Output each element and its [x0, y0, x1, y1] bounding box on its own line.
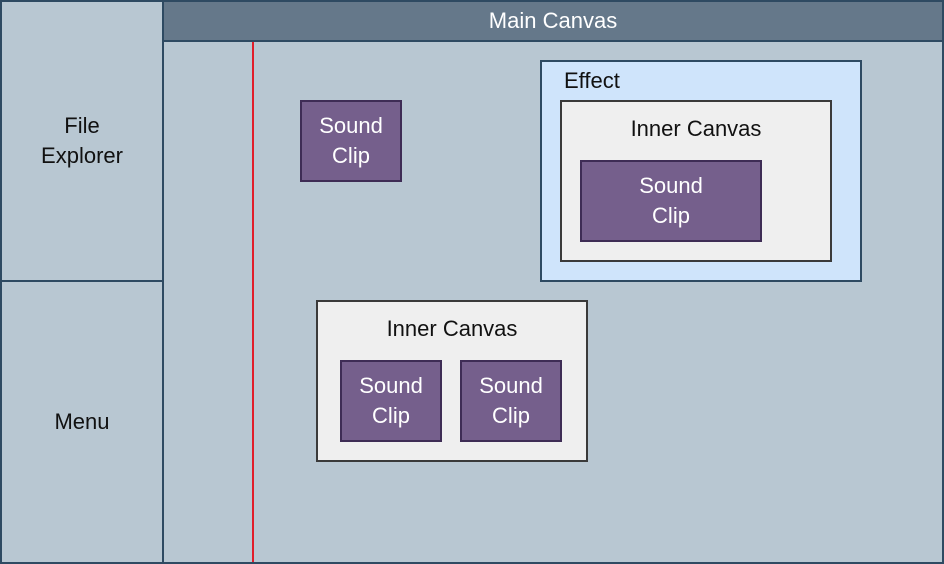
effect-container[interactable]: Effect Inner Canvas Sound Clip: [540, 60, 862, 282]
sound-clip-label-line1: Sound: [639, 173, 703, 198]
menu-panel[interactable]: Menu: [2, 282, 162, 562]
inner-canvas-title: Inner Canvas: [386, 316, 518, 341]
sound-clip-label-line1: Sound: [479, 373, 543, 398]
inner-canvas[interactable]: Inner Canvas Sound Clip Sound Clip: [316, 300, 588, 462]
app-frame: File Explorer Menu Main Canvas Sound Cli…: [0, 0, 944, 564]
left-column: File Explorer Menu: [2, 2, 164, 562]
main-canvas-header: Main Canvas: [164, 2, 942, 42]
sound-clip-label-line2: Clip: [492, 403, 530, 428]
sound-clip-label-line2: Clip: [652, 203, 690, 228]
sound-clip-label: Sound Clip: [479, 371, 543, 431]
sound-clip[interactable]: Sound Clip: [300, 100, 402, 182]
sound-clip[interactable]: Sound Clip: [460, 360, 562, 442]
sound-clip-label-line2: Clip: [332, 143, 370, 168]
effect-inner-canvas[interactable]: Inner Canvas Sound Clip: [560, 100, 832, 262]
inner-canvas-title: Inner Canvas: [630, 116, 762, 141]
playhead-line[interactable]: [252, 42, 254, 562]
sound-clip[interactable]: Sound Clip: [340, 360, 442, 442]
sound-clip-label-line1: Sound: [319, 113, 383, 138]
menu-label: Menu: [54, 409, 110, 434]
effect-label: Effect: [564, 68, 620, 93]
sound-clip-label: Sound Clip: [359, 371, 423, 431]
file-explorer-label-line1: File: [64, 113, 100, 138]
file-explorer-label-line2: Explorer: [41, 143, 123, 168]
file-explorer-panel[interactable]: File Explorer: [2, 2, 162, 282]
sound-clip-label-line2: Clip: [372, 403, 410, 428]
main-canvas-title: Main Canvas: [488, 8, 618, 33]
sound-clip[interactable]: Sound Clip: [580, 160, 762, 242]
sound-clip-label: Sound Clip: [639, 171, 703, 231]
file-explorer-label: File Explorer: [41, 111, 123, 171]
sound-clip-label-line1: Sound: [359, 373, 423, 398]
sound-clip-label: Sound Clip: [319, 111, 383, 171]
